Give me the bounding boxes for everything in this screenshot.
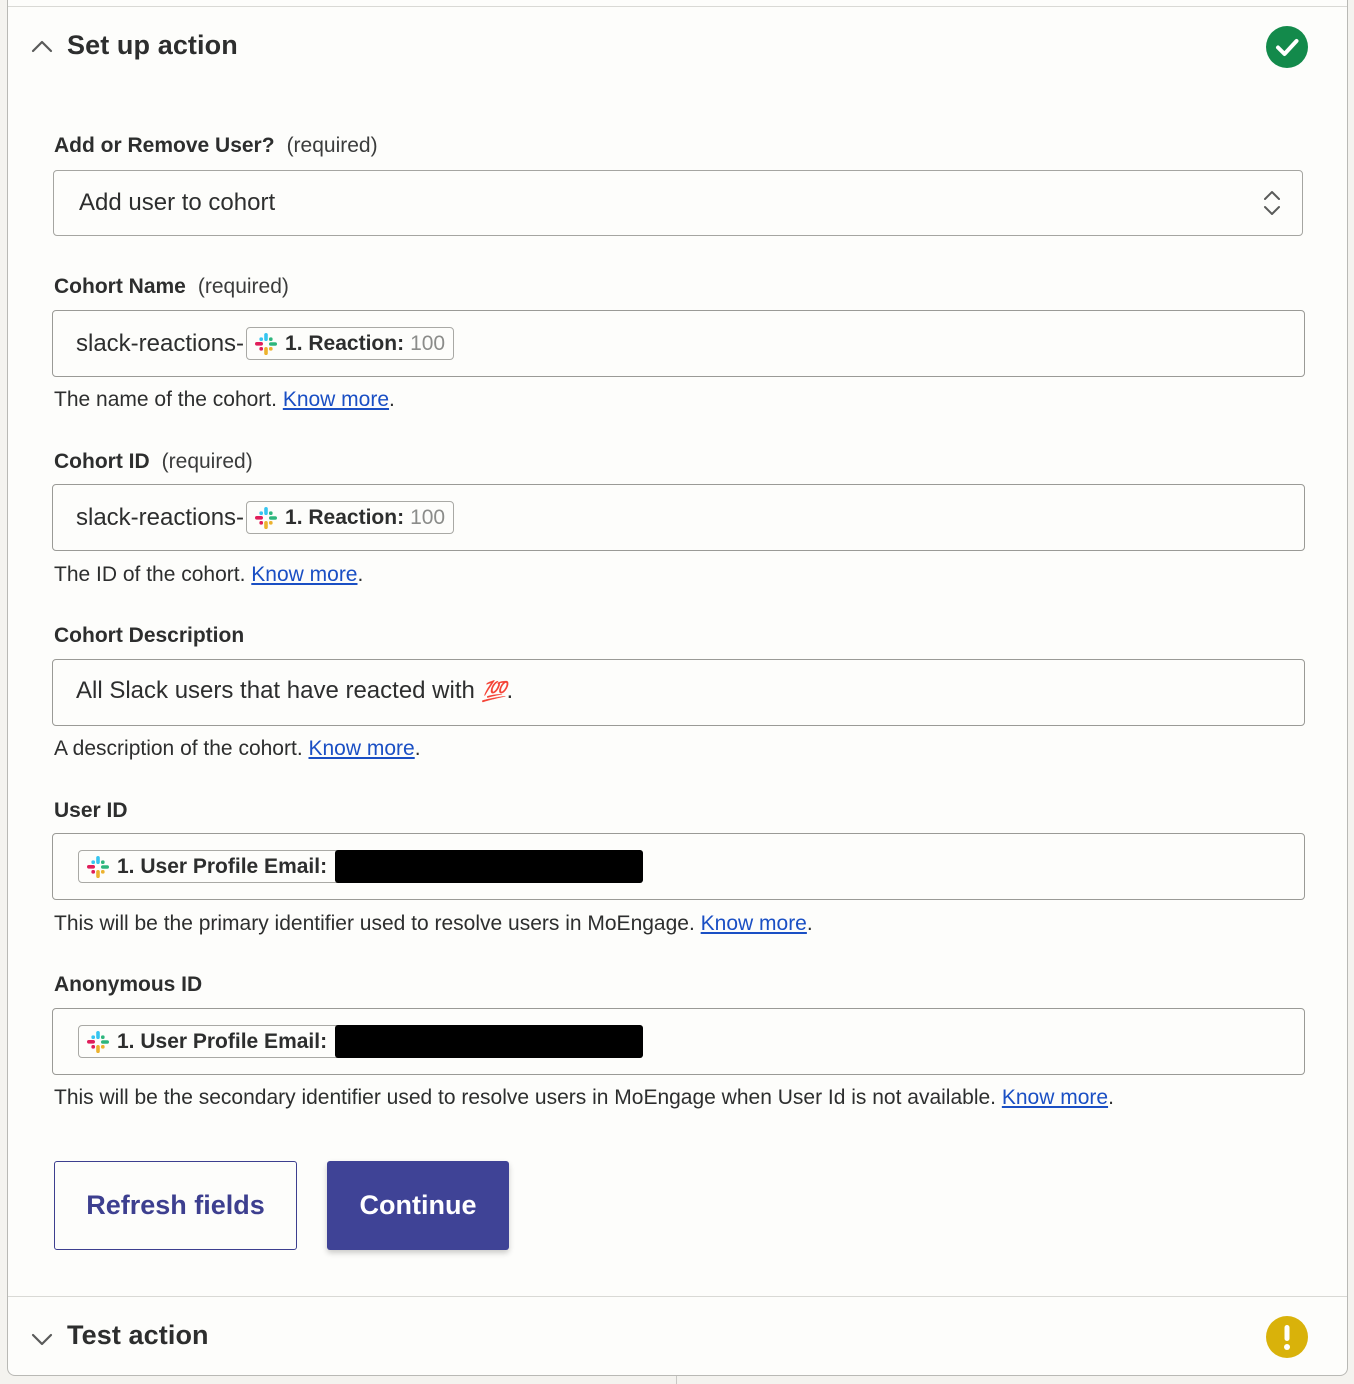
chevron-down-icon[interactable] [30, 1327, 54, 1351]
description-suffix: . [506, 677, 514, 704]
slack-icon [87, 1030, 109, 1053]
user-id-input[interactable]: 1. User Profile Email: [52, 833, 1305, 900]
add-remove-user-value: Add user to cohort [79, 189, 276, 216]
user-profile-email-pill[interactable]: 1. User Profile Email: [78, 1025, 644, 1058]
know-more-link[interactable]: Know more [283, 388, 389, 411]
slack-icon [255, 332, 278, 355]
required-indicator: (required) [161, 450, 253, 473]
success-check-icon [1266, 26, 1308, 68]
divider [676, 1376, 677, 1384]
cohort-name-prefix: slack-reactions- [76, 329, 245, 357]
cohort-id-prefix: slack-reactions- [76, 503, 245, 531]
cohort-description-input[interactable]: All Slack users that have reacted with 💯… [52, 659, 1305, 726]
pill-label: 1. User Profile Email: [117, 854, 328, 878]
required-indicator: (required) [197, 275, 289, 298]
cohort-name-input[interactable]: slack-reactions- 1. Reaction: 100 [52, 310, 1305, 377]
warning-icon [1266, 1316, 1308, 1358]
setup-action-title: Set up action [67, 30, 238, 60]
pill-label: 1. Reaction: [285, 505, 405, 529]
cohort-name-help: The name of the cohort. Know more. [54, 388, 395, 411]
anonymous-id-help: This will be the secondary identifier us… [54, 1086, 1114, 1109]
reaction-field-pill[interactable]: 1. Reaction: 100 [246, 327, 455, 360]
cohort-description-label: Cohort Description [54, 624, 245, 647]
user-id-help: This will be the primary identifier used… [54, 912, 813, 935]
test-action-title: Test action [67, 1320, 209, 1350]
know-more-link[interactable]: Know more [309, 737, 415, 760]
cohort-description-help: A description of the cohort. Know more. [54, 737, 421, 760]
hundred-points-emoji: 💯 [481, 680, 507, 703]
know-more-link[interactable]: Know more [1002, 1086, 1108, 1109]
add-remove-user-label: Add or Remove User? (required) [54, 134, 378, 157]
setup-action-header[interactable]: Set up action [8, 7, 1347, 87]
user-id-label: User ID [54, 799, 128, 822]
slack-icon [255, 506, 278, 529]
know-more-link[interactable]: Know more [251, 563, 357, 586]
pill-label: 1. Reaction: [285, 331, 405, 355]
cohort-id-help: The ID of the cohort. Know more. [54, 563, 364, 586]
pill-value: 100 [410, 331, 446, 355]
add-remove-user-select[interactable]: Add user to cohort [53, 170, 1303, 236]
chevron-up-icon[interactable] [30, 35, 54, 59]
user-profile-email-pill[interactable]: 1. User Profile Email: [78, 850, 644, 883]
anonymous-id-label: Anonymous ID [54, 973, 203, 996]
cohort-id-label: Cohort ID (required) [54, 450, 253, 473]
action-panel: Set up action Add or Remove User? (requir… [7, 0, 1348, 1376]
redacted-value [335, 1025, 644, 1058]
slack-icon [87, 855, 109, 878]
anonymous-id-input[interactable]: 1. User Profile Email: [52, 1008, 1305, 1075]
cohort-name-label: Cohort Name (required) [54, 275, 289, 298]
pill-value: 100 [410, 505, 446, 529]
cohort-id-input[interactable]: slack-reactions- 1. Reaction: 100 [52, 484, 1305, 551]
reaction-field-pill[interactable]: 1. Reaction: 100 [246, 501, 455, 534]
test-action-header[interactable]: Test action [8, 1296, 1347, 1377]
pill-label: 1. User Profile Email: [117, 1029, 328, 1053]
redacted-value [335, 850, 644, 883]
required-indicator: (required) [286, 134, 378, 157]
continue-button[interactable]: Continue [327, 1161, 509, 1250]
select-updown-icon [1264, 191, 1280, 215]
cohort-description-value: All Slack users that have reacted with [76, 677, 475, 704]
know-more-link[interactable]: Know more [701, 912, 807, 935]
refresh-fields-button[interactable]: Refresh fields [54, 1161, 297, 1250]
